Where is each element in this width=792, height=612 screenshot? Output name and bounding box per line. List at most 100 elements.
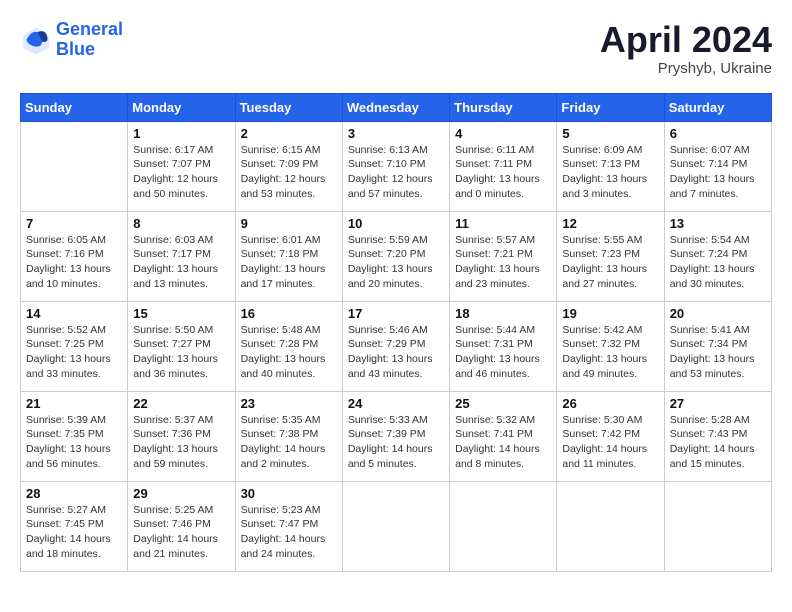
day-header-saturday: Saturday bbox=[664, 93, 771, 121]
day-info: Sunrise: 5:33 AM Sunset: 7:39 PM Dayligh… bbox=[348, 413, 444, 472]
day-number: 26 bbox=[562, 396, 658, 411]
calendar-cell: 16 Sunrise: 5:48 AM Sunset: 7:28 PM Dayli… bbox=[235, 301, 342, 391]
day-info: Sunrise: 5:46 AM Sunset: 7:29 PM Dayligh… bbox=[348, 323, 444, 382]
week-row-3: 14 Sunrise: 5:52 AM Sunset: 7:25 PM Dayli… bbox=[21, 301, 772, 391]
day-info: Sunrise: 5:52 AM Sunset: 7:25 PM Dayligh… bbox=[26, 323, 122, 382]
month-title: April 2024 bbox=[600, 20, 772, 60]
calendar-cell: 29 Sunrise: 5:25 AM Sunset: 7:46 PM Dayli… bbox=[128, 481, 235, 571]
day-info: Sunrise: 5:54 AM Sunset: 7:24 PM Dayligh… bbox=[670, 233, 766, 292]
day-number: 13 bbox=[670, 216, 766, 231]
calendar-cell: 24 Sunrise: 5:33 AM Sunset: 7:39 PM Dayli… bbox=[342, 391, 449, 481]
calendar-cell: 18 Sunrise: 5:44 AM Sunset: 7:31 PM Dayli… bbox=[450, 301, 557, 391]
calendar-cell: 25 Sunrise: 5:32 AM Sunset: 7:41 PM Dayli… bbox=[450, 391, 557, 481]
day-number: 24 bbox=[348, 396, 444, 411]
day-info: Sunrise: 6:13 AM Sunset: 7:10 PM Dayligh… bbox=[348, 143, 444, 202]
calendar-cell: 20 Sunrise: 5:41 AM Sunset: 7:34 PM Dayli… bbox=[664, 301, 771, 391]
day-info: Sunrise: 5:42 AM Sunset: 7:32 PM Dayligh… bbox=[562, 323, 658, 382]
week-row-1: 1 Sunrise: 6:17 AM Sunset: 7:07 PM Daylig… bbox=[21, 121, 772, 211]
day-number: 25 bbox=[455, 396, 551, 411]
calendar-cell bbox=[21, 121, 128, 211]
calendar-cell bbox=[450, 481, 557, 571]
day-info: Sunrise: 6:01 AM Sunset: 7:18 PM Dayligh… bbox=[241, 233, 337, 292]
calendar-cell bbox=[342, 481, 449, 571]
logo: General Blue bbox=[20, 20, 123, 60]
day-info: Sunrise: 5:27 AM Sunset: 7:45 PM Dayligh… bbox=[26, 503, 122, 562]
day-info: Sunrise: 6:17 AM Sunset: 7:07 PM Dayligh… bbox=[133, 143, 229, 202]
day-number: 12 bbox=[562, 216, 658, 231]
calendar-cell: 15 Sunrise: 5:50 AM Sunset: 7:27 PM Dayli… bbox=[128, 301, 235, 391]
day-info: Sunrise: 5:35 AM Sunset: 7:38 PM Dayligh… bbox=[241, 413, 337, 472]
day-number: 30 bbox=[241, 486, 337, 501]
day-number: 9 bbox=[241, 216, 337, 231]
calendar-cell: 4 Sunrise: 6:11 AM Sunset: 7:11 PM Daylig… bbox=[450, 121, 557, 211]
day-info: Sunrise: 5:28 AM Sunset: 7:43 PM Dayligh… bbox=[670, 413, 766, 472]
day-number: 20 bbox=[670, 306, 766, 321]
day-number: 8 bbox=[133, 216, 229, 231]
day-number: 23 bbox=[241, 396, 337, 411]
calendar-cell: 12 Sunrise: 5:55 AM Sunset: 7:23 PM Dayli… bbox=[557, 211, 664, 301]
day-number: 4 bbox=[455, 126, 551, 141]
day-header-sunday: Sunday bbox=[21, 93, 128, 121]
day-info: Sunrise: 5:41 AM Sunset: 7:34 PM Dayligh… bbox=[670, 323, 766, 382]
page-header: General Blue April 2024 Pryshyb, Ukraine bbox=[20, 20, 772, 77]
day-number: 5 bbox=[562, 126, 658, 141]
day-info: Sunrise: 5:44 AM Sunset: 7:31 PM Dayligh… bbox=[455, 323, 551, 382]
calendar-header-row: SundayMondayTuesdayWednesdayThursdayFrid… bbox=[21, 93, 772, 121]
day-number: 18 bbox=[455, 306, 551, 321]
day-number: 7 bbox=[26, 216, 122, 231]
calendar-cell: 30 Sunrise: 5:23 AM Sunset: 7:47 PM Dayli… bbox=[235, 481, 342, 571]
calendar-cell: 9 Sunrise: 6:01 AM Sunset: 7:18 PM Daylig… bbox=[235, 211, 342, 301]
day-info: Sunrise: 5:32 AM Sunset: 7:41 PM Dayligh… bbox=[455, 413, 551, 472]
location-subtitle: Pryshyb, Ukraine bbox=[600, 60, 772, 77]
calendar-cell: 3 Sunrise: 6:13 AM Sunset: 7:10 PM Daylig… bbox=[342, 121, 449, 211]
calendar-cell: 8 Sunrise: 6:03 AM Sunset: 7:17 PM Daylig… bbox=[128, 211, 235, 301]
title-block: April 2024 Pryshyb, Ukraine bbox=[600, 20, 772, 77]
day-info: Sunrise: 5:50 AM Sunset: 7:27 PM Dayligh… bbox=[133, 323, 229, 382]
day-number: 19 bbox=[562, 306, 658, 321]
calendar-cell: 2 Sunrise: 6:15 AM Sunset: 7:09 PM Daylig… bbox=[235, 121, 342, 211]
calendar-cell: 26 Sunrise: 5:30 AM Sunset: 7:42 PM Dayli… bbox=[557, 391, 664, 481]
day-number: 15 bbox=[133, 306, 229, 321]
day-number: 3 bbox=[348, 126, 444, 141]
day-info: Sunrise: 5:25 AM Sunset: 7:46 PM Dayligh… bbox=[133, 503, 229, 562]
week-row-5: 28Sunrise: 5:27 AM Sunset: 7:45 PM Dayli… bbox=[21, 481, 772, 571]
day-number: 1 bbox=[133, 126, 229, 141]
calendar-cell: 10 Sunrise: 5:59 AM Sunset: 7:20 PM Dayli… bbox=[342, 211, 449, 301]
day-number: 2 bbox=[241, 126, 337, 141]
day-number: 22 bbox=[133, 396, 229, 411]
day-info: Sunrise: 5:55 AM Sunset: 7:23 PM Dayligh… bbox=[562, 233, 658, 292]
calendar-cell: 23 Sunrise: 5:35 AM Sunset: 7:38 PM Dayli… bbox=[235, 391, 342, 481]
calendar-cell: 21Sunrise: 5:39 AM Sunset: 7:35 PM Dayli… bbox=[21, 391, 128, 481]
day-info: Sunrise: 5:59 AM Sunset: 7:20 PM Dayligh… bbox=[348, 233, 444, 292]
calendar-cell: 1 Sunrise: 6:17 AM Sunset: 7:07 PM Daylig… bbox=[128, 121, 235, 211]
day-header-thursday: Thursday bbox=[450, 93, 557, 121]
day-number: 6 bbox=[670, 126, 766, 141]
calendar-cell: 14 Sunrise: 5:52 AM Sunset: 7:25 PM Dayli… bbox=[21, 301, 128, 391]
calendar-cell: 7 Sunrise: 6:05 AM Sunset: 7:16 PM Daylig… bbox=[21, 211, 128, 301]
day-info: Sunrise: 6:03 AM Sunset: 7:17 PM Dayligh… bbox=[133, 233, 229, 292]
day-info: Sunrise: 6:15 AM Sunset: 7:09 PM Dayligh… bbox=[241, 143, 337, 202]
day-number: 14 bbox=[26, 306, 122, 321]
week-row-2: 7 Sunrise: 6:05 AM Sunset: 7:16 PM Daylig… bbox=[21, 211, 772, 301]
calendar-cell bbox=[557, 481, 664, 571]
day-number: 10 bbox=[348, 216, 444, 231]
day-header-friday: Friday bbox=[557, 93, 664, 121]
day-info: Sunrise: 5:48 AM Sunset: 7:28 PM Dayligh… bbox=[241, 323, 337, 382]
calendar-cell: 27 Sunrise: 5:28 AM Sunset: 7:43 PM Dayli… bbox=[664, 391, 771, 481]
day-info: Sunrise: 5:39 AM Sunset: 7:35 PM Dayligh… bbox=[26, 413, 122, 472]
day-number: 16 bbox=[241, 306, 337, 321]
day-info: Sunrise: 6:07 AM Sunset: 7:14 PM Dayligh… bbox=[670, 143, 766, 202]
day-info: Sunrise: 6:11 AM Sunset: 7:11 PM Dayligh… bbox=[455, 143, 551, 202]
day-info: Sunrise: 5:37 AM Sunset: 7:36 PM Dayligh… bbox=[133, 413, 229, 472]
day-info: Sunrise: 5:30 AM Sunset: 7:42 PM Dayligh… bbox=[562, 413, 658, 472]
day-info: Sunrise: 5:23 AM Sunset: 7:47 PM Dayligh… bbox=[241, 503, 337, 562]
day-number: 27 bbox=[670, 396, 766, 411]
day-number: 29 bbox=[133, 486, 229, 501]
calendar-cell: 6 Sunrise: 6:07 AM Sunset: 7:14 PM Daylig… bbox=[664, 121, 771, 211]
day-header-wednesday: Wednesday bbox=[342, 93, 449, 121]
logo-text: General Blue bbox=[56, 20, 123, 60]
day-header-tuesday: Tuesday bbox=[235, 93, 342, 121]
day-info: Sunrise: 6:09 AM Sunset: 7:13 PM Dayligh… bbox=[562, 143, 658, 202]
day-info: Sunrise: 6:05 AM Sunset: 7:16 PM Dayligh… bbox=[26, 233, 122, 292]
calendar-cell bbox=[664, 481, 771, 571]
